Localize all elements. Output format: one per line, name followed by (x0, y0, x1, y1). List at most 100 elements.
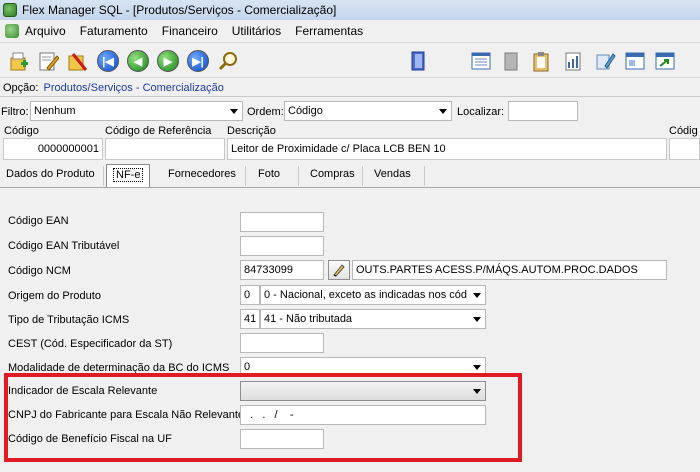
tools-button[interactable] (592, 48, 618, 74)
chevron-down-icon (439, 109, 447, 114)
tab-separator (298, 166, 299, 186)
exit-icon (411, 51, 425, 71)
clipboard-icon (533, 52, 549, 72)
tab-nfe-label: NF-e (113, 168, 144, 182)
delete-button[interactable] (64, 48, 90, 74)
first-record-button[interactable]: |◀ (95, 48, 121, 74)
tab-fornecedores[interactable]: Fornecedores (162, 164, 242, 186)
column-header-codigo-2[interactable]: Códig (669, 125, 698, 137)
origem-select[interactable]: 0 - Nacional, exceto as indicadas nos có… (260, 285, 486, 305)
origem-value: 0 - Nacional, exceto as indicadas nos có… (264, 289, 468, 301)
codigo-ean-trib-input[interactable] (240, 236, 324, 256)
column-header-descricao[interactable]: Descrição (227, 125, 276, 137)
origem-label: Origem do Produto (8, 290, 101, 302)
previous-record-button[interactable]: ◀ (125, 48, 151, 74)
tab-dados-do-produto[interactable]: Dados do Produto (0, 164, 101, 186)
chevron-down-icon (230, 109, 238, 114)
tributacao-select[interactable]: 41 - Não tributada (260, 309, 486, 329)
ncm-lookup-button[interactable] (328, 260, 350, 280)
export-button[interactable] (652, 48, 678, 74)
filtro-label: Filtro: (1, 106, 29, 118)
export-icon (655, 52, 675, 70)
chevron-down-icon (473, 317, 481, 322)
divider (0, 96, 700, 97)
last-record-button[interactable]: ▶| (185, 48, 211, 74)
tab-separator (103, 166, 104, 186)
search-button[interactable] (215, 48, 241, 74)
filter-row: Filtro: Nenhum Ordem: Código Localizar: (0, 100, 700, 122)
tab-nfe[interactable]: NF-e (106, 164, 151, 188)
cell-referencia[interactable] (105, 138, 225, 160)
codigo-ncm-input[interactable]: 84733099 (240, 260, 324, 280)
origem-code[interactable]: 0 (240, 285, 260, 305)
column-header-codigo[interactable]: Código (4, 125, 39, 137)
table-row[interactable]: 0000000001 Leitor de Proximidade c/ Plac… (0, 138, 700, 162)
cell-descricao[interactable]: Leitor de Proximidade c/ Placa LCB BEN 1… (227, 138, 667, 160)
grid-header: Código Código de Referência Descrição Có… (0, 125, 700, 138)
chevron-down-icon (473, 293, 481, 298)
ordem-value: Código (288, 105, 323, 117)
tributacao-value: 41 - Não tributada (264, 313, 353, 325)
system-menu-icon[interactable] (5, 23, 19, 38)
report-icon (565, 52, 581, 71)
tab-foto[interactable]: Foto (252, 164, 286, 186)
archive-button[interactable] (498, 48, 524, 74)
ordem-select[interactable]: Código (284, 101, 452, 121)
toolbar: |◀ ◀ ▶ ▶| (0, 42, 700, 78)
list-icon (471, 52, 491, 70)
cell-extra[interactable] (669, 138, 700, 160)
localizar-input[interactable] (508, 101, 578, 121)
clipboard-button[interactable] (528, 48, 554, 74)
menu-faturamento[interactable]: Faturamento (80, 24, 148, 38)
delete-icon (68, 53, 88, 71)
cell-codigo[interactable]: 0000000001 (3, 138, 103, 160)
menu-bar: Arquivo Faturamento Financeiro Utilitári… (0, 20, 700, 41)
report-button[interactable] (560, 48, 586, 74)
new-record-icon (10, 52, 28, 71)
codigo-ean-label: Código EAN (8, 215, 69, 227)
tab-strip: Dados do Produto NF-e Fornecedores Foto … (0, 164, 700, 188)
new-record-button[interactable] (5, 48, 31, 74)
ncm-description: OUTS.PARTES ACESS.P/MÁQS.AUTOM.PROC.DADO… (352, 260, 667, 280)
highlight-box (4, 373, 522, 462)
previous-record-icon: ◀ (127, 50, 149, 72)
search-icon (218, 52, 237, 71)
tab-separator (362, 166, 363, 186)
cest-label: CEST (Cód. Especificador da ST) (8, 338, 173, 350)
window-icon (625, 52, 645, 70)
codigo-ncm-label: Código NCM (8, 265, 71, 277)
modalidade-value: 0 (244, 361, 251, 373)
menu-ferramentas[interactable]: Ferramentas (295, 24, 363, 38)
localizar-label: Localizar: (457, 106, 505, 118)
ordem-label: Ordem: (247, 106, 284, 118)
archive-icon (504, 52, 518, 71)
tools-icon (596, 53, 616, 70)
next-record-icon: ▶ (157, 50, 179, 72)
cest-input[interactable] (240, 333, 324, 353)
title-bar: Flex Manager SQL - [Produtos/Serviços - … (0, 0, 700, 20)
codigo-ean-trib-label: Código EAN Tributável (8, 240, 120, 252)
window-title: Flex Manager SQL - [Produtos/Serviços - … (22, 3, 337, 17)
codigo-ean-input[interactable] (240, 212, 324, 232)
chevron-down-icon (473, 365, 481, 370)
tab-vendas[interactable]: Vendas (368, 164, 417, 186)
exit-button[interactable] (405, 48, 431, 74)
opcao-breadcrumb: Opção: Produtos/Serviços - Comercializaç… (3, 82, 224, 94)
filtro-value: Nenhum (34, 105, 76, 117)
menu-arquivo[interactable]: Arquivo (25, 24, 66, 38)
filtro-select[interactable]: Nenhum (30, 101, 243, 121)
tributacao-code[interactable]: 41 (240, 309, 260, 329)
tab-separator (424, 166, 425, 186)
tributacao-label: Tipo de Tributação ICMS (8, 314, 130, 326)
next-record-button[interactable]: ▶ (155, 48, 181, 74)
window-button[interactable] (622, 48, 648, 74)
edit-icon (39, 52, 59, 71)
first-record-icon: |◀ (97, 50, 119, 72)
edit-button[interactable] (35, 48, 61, 74)
column-header-referencia[interactable]: Código de Referência (105, 125, 211, 137)
tab-compras[interactable]: Compras (304, 164, 361, 186)
menu-utilitarios[interactable]: Utilitários (232, 24, 281, 38)
list-button[interactable] (468, 48, 494, 74)
app-icon (3, 3, 17, 17)
menu-financeiro[interactable]: Financeiro (162, 24, 218, 38)
